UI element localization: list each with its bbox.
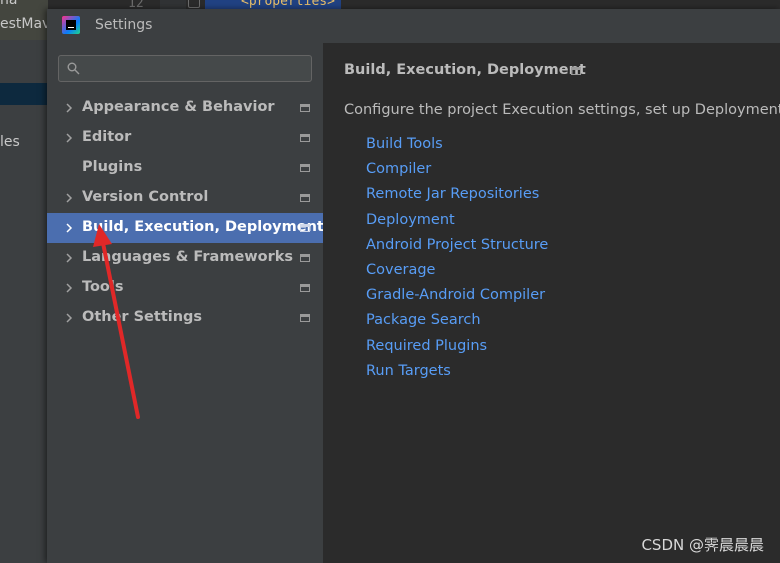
settings-link[interactable]: Gradle-Android Compiler — [366, 285, 548, 310]
chevron-right-icon[interactable] — [65, 193, 74, 203]
chevron-right-icon[interactable] — [65, 253, 74, 263]
sidebar-item-label: Appearance & Behavior — [82, 99, 275, 115]
search-input[interactable] — [85, 59, 309, 80]
sidebar-item[interactable]: Editor — [47, 123, 323, 153]
settings-nav-tree: Appearance & Behavior Editor Plugins Versio… — [47, 93, 324, 333]
sidebar-item[interactable]: Version Control — [47, 183, 323, 213]
chevron-right-icon[interactable] — [65, 103, 74, 113]
settings-link[interactable]: Run Targets — [366, 361, 548, 386]
sidebar-item-label: Plugins — [82, 159, 143, 175]
sidebar-item[interactable]: Appearance & Behavior — [47, 93, 323, 123]
intellij-logo-icon — [62, 16, 80, 34]
project-tree-item[interactable]: les — [0, 134, 20, 150]
settings-sidebar: Appearance & Behavior Editor Plugins Versio… — [47, 43, 324, 563]
settings-search-box[interactable] — [58, 55, 312, 82]
sidebar-item-label: Editor — [82, 129, 132, 145]
chevron-right-icon[interactable] — [65, 133, 74, 143]
search-icon — [67, 62, 80, 75]
fold-marker-icon[interactable] — [188, 0, 200, 8]
project-scope-icon — [300, 224, 310, 232]
settings-link[interactable]: Build Tools — [366, 134, 548, 159]
sidebar-item-label: Tools — [82, 279, 124, 295]
settings-content: Build, Execution, Deployment Configure t… — [323, 43, 780, 563]
settings-dialog: Settings Appearance & Behavior Editor Plug… — [47, 9, 780, 563]
project-scope-icon — [300, 284, 310, 292]
sidebar-item-label: Build, Execution, Deployment — [82, 219, 324, 235]
settings-link[interactable]: Android Project Structure — [366, 235, 548, 260]
page-title: Build, Execution, Deployment — [344, 62, 586, 78]
project-tool-window: na estMav les — [0, 0, 50, 563]
subsection-links: Build Tools Compiler Remote Jar Repositori… — [366, 134, 548, 386]
project-scope-icon — [300, 194, 310, 202]
settings-link[interactable]: Deployment — [366, 210, 548, 235]
dialog-title: Settings — [95, 17, 153, 33]
sidebar-item[interactable]: Build, Execution, Deployment — [47, 213, 324, 243]
sidebar-item[interactable]: Other Settings — [47, 303, 323, 333]
chevron-right-icon[interactable] — [65, 223, 74, 233]
project-scope-icon — [300, 314, 310, 322]
project-scope-icon — [300, 254, 310, 262]
project-scope-icon — [300, 164, 310, 172]
sidebar-item[interactable]: Tools — [47, 273, 323, 303]
project-scope-icon — [300, 104, 310, 112]
sidebar-item[interactable]: Plugins — [47, 153, 323, 183]
sidebar-item-label: Other Settings — [82, 309, 203, 325]
sidebar-item-label: Languages & Frameworks — [82, 249, 294, 265]
project-tree-selection — [0, 83, 48, 105]
chevron-right-icon[interactable] — [65, 313, 74, 323]
settings-link[interactable]: Package Search — [366, 310, 548, 335]
watermark: CSDN @霁晨晨晨 — [641, 536, 764, 554]
settings-link[interactable]: Coverage — [366, 260, 548, 285]
section-description: Configure the project Execution settings… — [344, 102, 780, 118]
project-tree-item[interactable]: estMav — [0, 16, 50, 32]
settings-link[interactable]: Compiler — [366, 159, 548, 184]
project-scope-icon — [300, 134, 310, 142]
chevron-right-icon[interactable] — [65, 283, 74, 293]
project-tree-item[interactable]: na — [0, 0, 17, 8]
settings-link[interactable]: Remote Jar Repositories — [366, 184, 548, 209]
dialog-titlebar: Settings — [47, 9, 780, 43]
sidebar-item[interactable]: Languages & Frameworks — [47, 243, 323, 273]
sidebar-item-label: Version Control — [82, 189, 209, 205]
settings-link[interactable]: Required Plugins — [366, 336, 548, 361]
project-scope-icon — [571, 67, 581, 75]
